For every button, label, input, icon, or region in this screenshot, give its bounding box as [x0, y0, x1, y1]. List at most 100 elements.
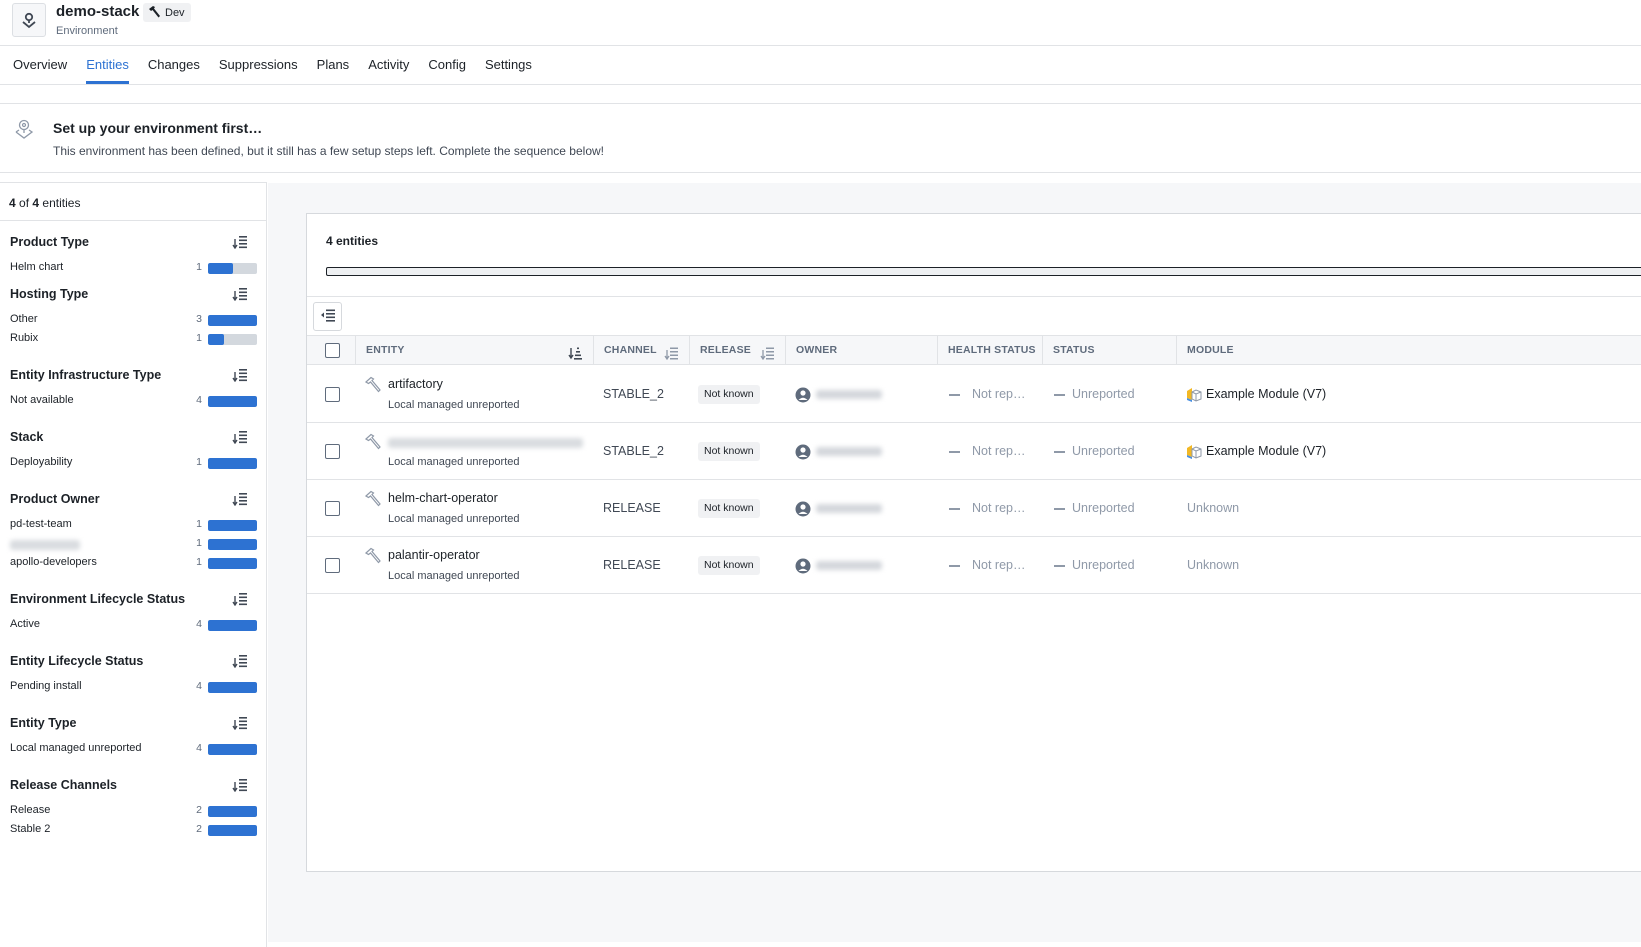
- sort-icon[interactable]: [232, 492, 248, 509]
- facet-item[interactable]: Stable 2 2: [0, 823, 267, 842]
- health-dash-icon: [949, 565, 960, 567]
- entity-name[interactable]: [388, 438, 583, 448]
- facet-title: Hosting Type: [10, 287, 89, 301]
- row-checkbox[interactable]: [325, 501, 340, 516]
- sort-icon[interactable]: [232, 235, 248, 252]
- facet-item[interactable]: Deployability 1: [0, 456, 267, 475]
- sort-icon[interactable]: [232, 592, 248, 609]
- entities-summary-bar: [326, 267, 1641, 276]
- facet-item-label: Rubix: [10, 332, 39, 344]
- facet-item[interactable]: Local managed unreported 4: [0, 742, 267, 761]
- row-checkbox[interactable]: [325, 444, 340, 459]
- facet-item-label: Not available: [10, 394, 74, 406]
- table-row[interactable]: Local managed unreported STABLE_2 Not know…: [307, 423, 1641, 480]
- owner-name[interactable]: [816, 390, 882, 399]
- tab-entities[interactable]: Entities: [86, 46, 129, 84]
- facet-item[interactable]: Not available 4: [0, 394, 267, 413]
- entity-name[interactable]: artifactory: [388, 377, 443, 391]
- column-owner[interactable]: OWNER: [786, 336, 938, 365]
- sort-icon[interactable]: [232, 778, 248, 795]
- column-status-label: STATUS: [1053, 344, 1095, 356]
- entity-channel: STABLE_2: [603, 387, 664, 401]
- facet-item-count: 2: [196, 804, 202, 816]
- owner-name[interactable]: [816, 447, 882, 456]
- toggle-filters-button[interactable]: [313, 302, 342, 331]
- person-icon: [795, 444, 811, 463]
- of-label: of: [19, 196, 30, 210]
- column-status[interactable]: STATUS: [1043, 336, 1177, 365]
- row-checkbox[interactable]: [325, 387, 340, 402]
- sort-icon[interactable]: [232, 716, 248, 733]
- facet-item-count: 2: [196, 823, 202, 835]
- facet-item[interactable]: Other 3: [0, 313, 267, 332]
- facet-item-bar: [208, 458, 257, 469]
- column-release-label: RELEASE: [700, 344, 751, 356]
- health-status: Not rep…: [972, 501, 1026, 515]
- tab-activity[interactable]: Activity: [368, 46, 409, 84]
- sort-icon[interactable]: [232, 654, 248, 671]
- facet-item[interactable]: Rubix 1: [0, 332, 267, 351]
- facet-title: Entity Infrastructure Type: [10, 368, 162, 382]
- facet-item-bar: [208, 539, 257, 550]
- sort-icon[interactable]: [232, 287, 248, 304]
- facet-item[interactable]: Active 4: [0, 618, 267, 637]
- facet-item[interactable]: apollo-developers 1: [0, 556, 267, 575]
- setup-banner: Set up your environment first… This envi…: [0, 103, 1641, 173]
- column-channel[interactable]: CHANNEL: [594, 336, 690, 365]
- entity-channel: STABLE_2: [603, 444, 664, 458]
- banner-title: Set up your environment first…: [53, 120, 263, 136]
- tab-bar: Overview Entities Changes Suppressions P…: [0, 46, 1641, 85]
- sort-icon[interactable]: [232, 368, 248, 385]
- module-link[interactable]: Example Module (V7): [1206, 387, 1326, 401]
- facet-item-bar: [208, 520, 257, 531]
- tab-overview[interactable]: Overview: [13, 46, 67, 84]
- owner-name[interactable]: [816, 561, 882, 570]
- table-row[interactable]: helm-chart-operator Local managed unrepor…: [307, 480, 1641, 537]
- facet-item[interactable]: pd-test-team 1: [0, 518, 267, 537]
- page-title: demo-stack: [56, 3, 140, 20]
- module-unknown: Unknown: [1187, 501, 1240, 515]
- row-checkbox[interactable]: [325, 558, 340, 573]
- release-tag: Not known: [698, 385, 760, 404]
- column-entity-label: ENTITY: [366, 344, 405, 356]
- page-subtitle: Environment: [56, 25, 118, 37]
- column-health-status-label: HEALTH STATUS: [948, 344, 1036, 356]
- table-row[interactable]: artifactory Local managed unreported STABL…: [307, 366, 1641, 423]
- facet-item-label: apollo-developers: [10, 556, 97, 568]
- column-module[interactable]: MODULE: [1177, 336, 1641, 365]
- sort-icon[interactable]: [232, 430, 248, 447]
- facet-item[interactable]: Release 2: [0, 804, 267, 823]
- column-module-label: MODULE: [1187, 344, 1234, 356]
- tab-plans[interactable]: Plans: [317, 46, 350, 84]
- facet-item-count: 1: [196, 261, 202, 273]
- facet-item-bar: [208, 825, 257, 836]
- entities-card: 4 entities ENTITY CHANNEL RELEASE OWNER …: [306, 213, 1641, 872]
- column-entity[interactable]: ENTITY: [356, 336, 594, 365]
- facet-item[interactable]: 1: [0, 537, 267, 556]
- hammer-icon: [364, 433, 382, 453]
- location-pin-icon: [13, 118, 35, 143]
- column-release[interactable]: RELEASE: [690, 336, 786, 365]
- shown-count: 4: [9, 196, 16, 210]
- facet-title: Stack: [10, 430, 44, 444]
- owner-name[interactable]: [816, 504, 882, 513]
- tab-changes[interactable]: Changes: [148, 46, 200, 84]
- facet-item[interactable]: Helm chart 1: [0, 261, 267, 280]
- column-owner-label: OWNER: [796, 344, 838, 356]
- column-health-status[interactable]: HEALTH STATUS: [938, 336, 1043, 365]
- facet-item-bar-fill: [208, 396, 257, 407]
- facet-title: Entity Type: [10, 716, 77, 730]
- tab-settings[interactable]: Settings: [485, 46, 532, 84]
- tab-suppressions[interactable]: Suppressions: [219, 46, 298, 84]
- tab-config[interactable]: Config: [428, 46, 466, 84]
- entity-status: Unreported: [1072, 387, 1135, 401]
- entity-name[interactable]: palantir-operator: [388, 548, 480, 562]
- facet-item-bar-fill: [208, 539, 257, 550]
- person-icon: [795, 501, 811, 520]
- facet-item[interactable]: Pending install 4: [0, 680, 267, 699]
- entity-name[interactable]: helm-chart-operator: [388, 491, 498, 505]
- table-row[interactable]: palantir-operator Local managed unreporte…: [307, 537, 1641, 594]
- module-link[interactable]: Example Module (V7): [1206, 444, 1326, 458]
- module-cube-icon: [1185, 387, 1202, 406]
- select-all-checkbox[interactable]: [325, 343, 340, 358]
